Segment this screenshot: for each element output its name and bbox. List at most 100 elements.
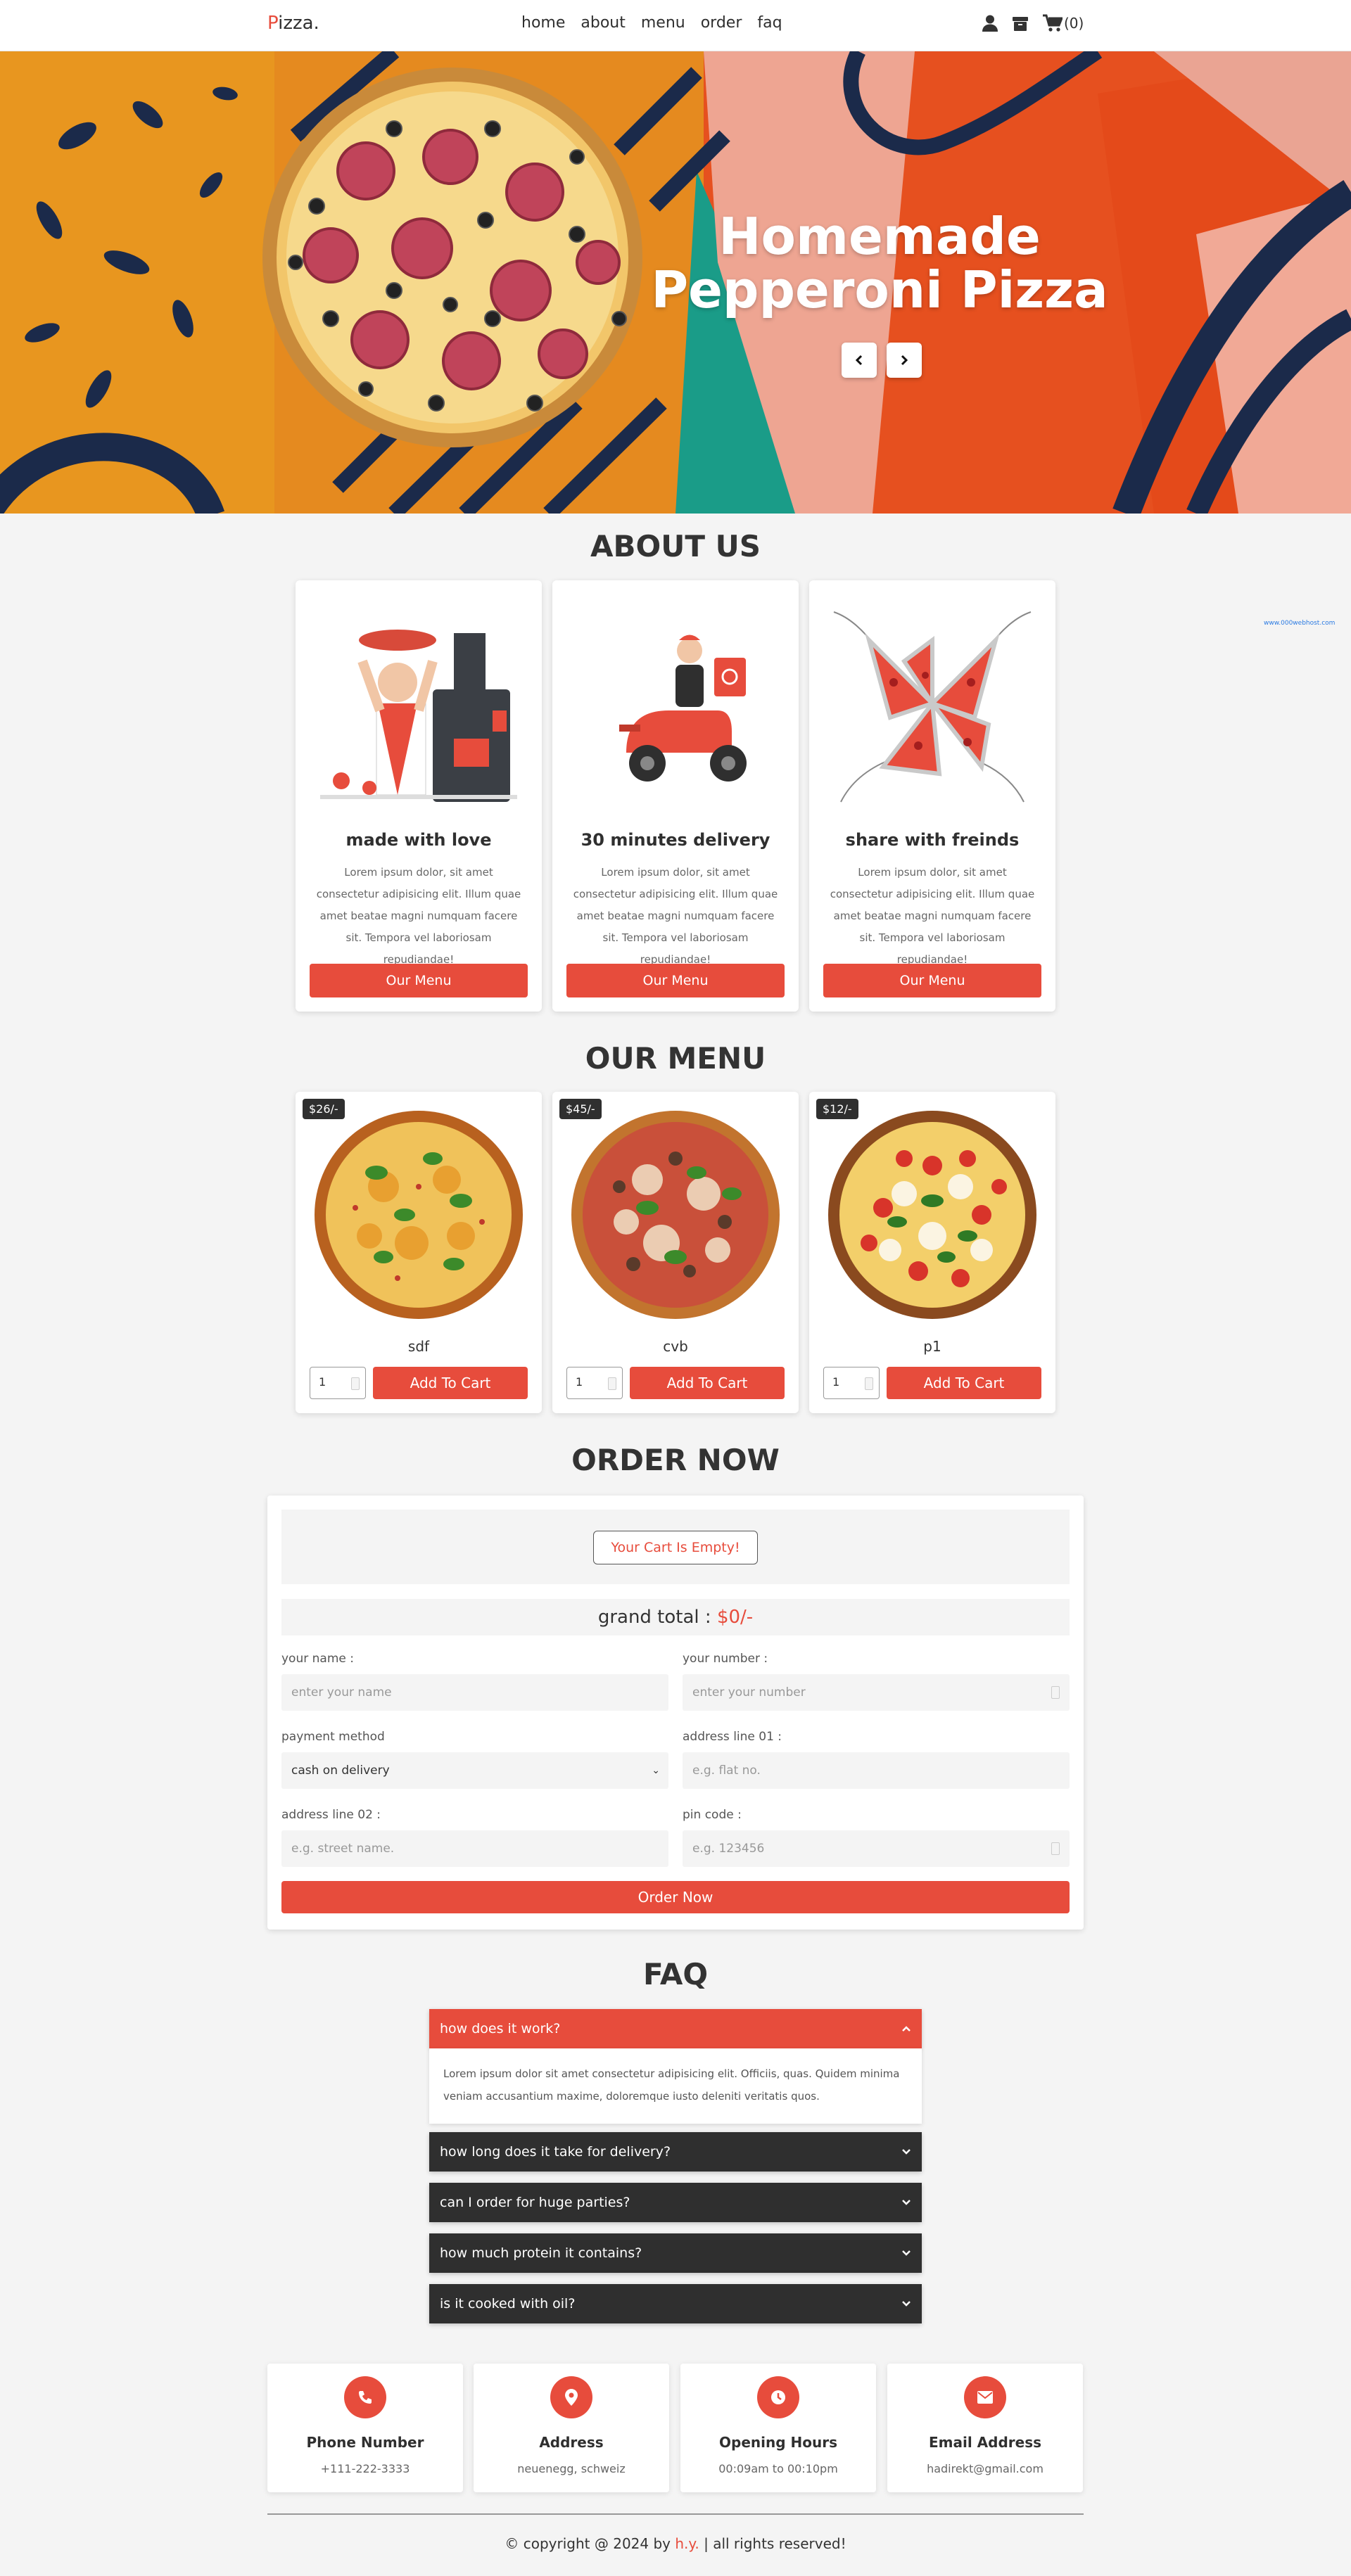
faq-question[interactable]: how does it work? [429, 2009, 922, 2048]
faq-question-text: how long does it take for delivery? [440, 2144, 671, 2160]
info-card-address: Address neuenegg, schweiz [474, 2364, 669, 2492]
info-value: neuenegg, schweiz [517, 2462, 626, 2475]
faq-question-text: can I order for huge parties? [440, 2195, 630, 2210]
about-card-delivery: 30 minutes delivery Lorem ipsum dolor, s… [552, 580, 799, 1012]
logo[interactable]: Pizza. [267, 13, 319, 34]
user-icon[interactable] [982, 15, 998, 32]
about-title: ABOUT US [590, 529, 761, 563]
nav-order[interactable]: order [701, 14, 742, 32]
number-placeholder: enter your number [692, 1685, 806, 1700]
order-title: ORDER NOW [571, 1443, 780, 1477]
info-value: 00:09am to 00:10pm [718, 2462, 838, 2475]
spinner-arrows-icon[interactable] [1051, 1842, 1060, 1855]
add-to-cart-button[interactable]: Add To Cart [373, 1367, 528, 1399]
nav-about[interactable]: about [581, 14, 625, 32]
share-pizza-illustration [833, 611, 1032, 803]
spinner-arrows-icon[interactable] [351, 1377, 360, 1390]
our-menu-button[interactable]: Our Menu [823, 964, 1041, 997]
about-card-title: made with love [345, 830, 492, 850]
address-line-1-label: address line 01 : [683, 1730, 782, 1744]
pin-code-placeholder: e.g. 123456 [692, 1842, 765, 1856]
chevron-down-icon [902, 2250, 911, 2256]
envelope-icon [964, 2376, 1006, 2418]
copyright: © copyright @ 2024 by h.y. | all rights … [0, 2535, 1351, 2552]
faq-question[interactable]: how much protein it contains? [429, 2233, 922, 2273]
header-icons: (0) [982, 14, 1084, 32]
pizza-image [315, 1111, 523, 1319]
copyright-prefix: © copyright @ 2024 by [505, 2535, 671, 2552]
faq-question[interactable]: can I order for huge parties? [429, 2183, 922, 2222]
about-card-title: share with freinds [845, 830, 1020, 850]
hero-slider: Homemade Pepperoni Pizza [0, 51, 1351, 514]
add-to-cart-button[interactable]: Add To Cart [887, 1367, 1041, 1399]
address-line-2-input[interactable]: e.g. street name. [281, 1830, 668, 1867]
nav-menu[interactable]: menu [641, 14, 685, 32]
spinner-arrows-icon[interactable] [1051, 1686, 1060, 1699]
quantity-stepper[interactable]: 1 [823, 1367, 880, 1399]
info-title: Email Address [928, 2434, 1042, 2451]
chevron-left-icon [855, 355, 863, 366]
info-card-phone: Phone Number +111-222-3333 [267, 2364, 463, 2492]
box-icon[interactable] [1012, 15, 1029, 32]
price-tag: $45/- [559, 1099, 602, 1119]
quantity-stepper[interactable]: 1 [566, 1367, 623, 1399]
pin-code-input[interactable]: e.g. 123456 [683, 1830, 1070, 1867]
copyright-author: h.y. [675, 2535, 699, 2552]
info-title: Address [539, 2434, 604, 2451]
quantity-stepper[interactable]: 1 [310, 1367, 366, 1399]
pizza-name: sdf [407, 1338, 430, 1355]
about-card-share: share with freinds Lorem ipsum dolor, si… [809, 580, 1055, 1012]
slider-prev-button[interactable] [842, 343, 877, 378]
cart-count: (0) [1064, 15, 1084, 32]
nav-home[interactable]: home [521, 14, 565, 32]
address-line-1-input[interactable]: e.g. flat no. [683, 1752, 1070, 1789]
menu-item-card: $26/- sdf 1 Add To Cart [296, 1092, 542, 1413]
payment-label: payment method [281, 1730, 385, 1744]
grand-total: grand total : $0/- [281, 1599, 1070, 1635]
menu-title: OUR MENU [585, 1041, 766, 1076]
spinner-arrows-icon[interactable] [608, 1377, 616, 1390]
address-line-2-label: address line 02 : [281, 1808, 381, 1822]
watermark-link[interactable]: www.000webhost.com [1264, 620, 1335, 627]
our-menu-button[interactable]: Our Menu [566, 964, 785, 997]
payment-select[interactable]: cash on delivery ⌄ [281, 1752, 668, 1789]
clock-icon [757, 2376, 799, 2418]
info-value: hadirekt@gmail.com [927, 2462, 1044, 2475]
info-title: Opening Hours [719, 2434, 837, 2451]
faq-question[interactable]: is it cooked with oil? [429, 2284, 922, 2323]
info-value: +111-222-3333 [320, 2462, 410, 2475]
order-form: Your Cart Is Empty! grand total : $0/- y… [267, 1496, 1084, 1930]
about-card-text: Lorem ipsum dolor, sit amet consectetur … [830, 866, 1035, 966]
order-now-button[interactable]: Order Now [281, 1881, 1070, 1913]
pizza-name: p1 [923, 1338, 941, 1355]
pepperoni-pizza-image [262, 68, 642, 447]
name-input[interactable]: enter your name [281, 1674, 668, 1711]
pizza-name: cvb [663, 1338, 688, 1355]
nav-faq[interactable]: faq [757, 14, 782, 32]
number-input[interactable]: enter your number [683, 1674, 1070, 1711]
chevron-down-icon [902, 2200, 911, 2205]
slider-next-button[interactable] [887, 343, 922, 378]
pizza-image [571, 1111, 780, 1319]
add-to-cart-button[interactable]: Add To Cart [630, 1367, 785, 1399]
info-card-hours: Opening Hours 00:09am to 00:10pm [680, 2364, 876, 2492]
about-card-love: made with love Lorem ipsum dolor, sit am… [296, 580, 542, 1012]
faq-question-text: is it cooked with oil? [440, 2296, 576, 2312]
chevron-down-icon: ⌄ [652, 1765, 660, 1776]
header: Pizza. home about menu order faq (0) [0, 0, 1351, 51]
grand-total-label: grand total : [597, 1607, 711, 1628]
payment-selected-value: cash on delivery [291, 1764, 390, 1778]
faq-question-text: how does it work? [440, 2021, 561, 2036]
our-menu-button[interactable]: Our Menu [310, 964, 528, 997]
pin-code-label: pin code : [683, 1808, 742, 1822]
hero-title-line-2: Pepperoni Pizza [651, 260, 1108, 319]
spinner-arrows-icon[interactable] [865, 1377, 873, 1390]
chevron-down-icon [902, 2301, 911, 2307]
empty-cart-button[interactable]: Your Cart Is Empty! [593, 1531, 758, 1564]
about-card-title: 30 minutes delivery [581, 830, 770, 850]
quantity-value: 1 [319, 1375, 326, 1389]
cart-button[interactable]: (0) [1043, 14, 1084, 32]
copyright-suffix: | all rights reserved! [704, 2535, 846, 2552]
hero-title: Homemade Pepperoni Pizza [633, 210, 1126, 317]
faq-question[interactable]: how long does it take for delivery? [429, 2132, 922, 2172]
